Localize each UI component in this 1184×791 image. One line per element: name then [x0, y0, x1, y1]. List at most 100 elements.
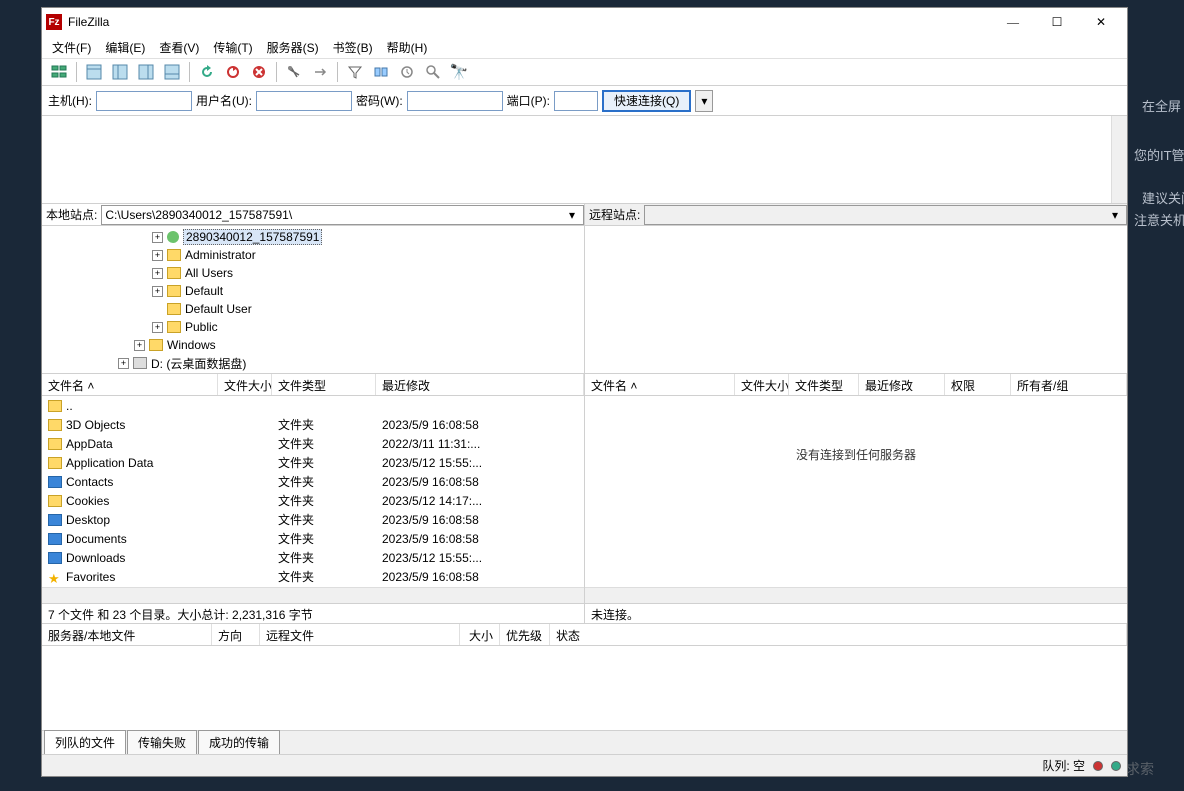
menu-server[interactable]: 服务器(S)	[261, 37, 325, 58]
port-input[interactable]	[554, 91, 598, 111]
list-item[interactable]: 3D Objects文件夹2023/5/9 16:08:58	[42, 415, 584, 434]
menu-help[interactable]: 帮助(H)	[381, 37, 434, 58]
tree-node[interactable]: +Windows	[42, 336, 584, 354]
folder-icon	[167, 267, 181, 279]
col-name[interactable]: 文件名 ˄	[585, 374, 735, 395]
tree-expander[interactable]: +	[152, 268, 163, 279]
tree-node[interactable]: +Public	[42, 318, 584, 336]
quickconnect-dropdown[interactable]: ▾	[695, 90, 713, 112]
search-icon[interactable]	[421, 60, 445, 84]
disconnect-icon[interactable]	[282, 60, 306, 84]
col-remote[interactable]: 远程文件	[260, 624, 460, 645]
list-item[interactable]: ..	[42, 396, 584, 415]
tree-expander[interactable]: +	[152, 250, 163, 261]
col-size[interactable]: 文件大小	[735, 374, 789, 395]
reconnect-icon[interactable]	[308, 60, 332, 84]
remote-path-combo[interactable]: ▾	[644, 205, 1127, 225]
col-modified[interactable]: 最近修改	[859, 374, 945, 395]
col-name[interactable]: 文件名 ˄	[42, 374, 218, 395]
minimize-button[interactable]: —	[991, 8, 1035, 36]
user-label: 用户名(U):	[196, 92, 252, 109]
log-scrollbar[interactable]	[1111, 116, 1127, 203]
list-item[interactable]: ★Favorites文件夹2023/5/9 16:08:58	[42, 567, 584, 586]
list-item[interactable]: Cookies文件夹2023/5/12 14:17:...	[42, 491, 584, 510]
tab-queued[interactable]: 列队的文件	[44, 730, 126, 754]
col-perm[interactable]: 权限	[945, 374, 1011, 395]
menu-edit[interactable]: 编辑(E)	[99, 37, 151, 58]
pass-label: 密码(W):	[356, 92, 403, 109]
col-type[interactable]: 文件类型	[272, 374, 376, 395]
local-path-combo[interactable]: C:\Users\2890340012_157587591\ ▾	[101, 205, 584, 225]
col-size[interactable]: 文件大小	[218, 374, 272, 395]
cancel-icon[interactable]	[247, 60, 271, 84]
tree-node[interactable]: Default User	[42, 300, 584, 318]
toggle-log-icon[interactable]	[82, 60, 106, 84]
blue-icon	[48, 514, 62, 526]
col-priority[interactable]: 优先级	[500, 624, 550, 645]
tab-successful[interactable]: 成功的传输	[198, 730, 280, 754]
tree-expander[interactable]: +	[134, 340, 145, 351]
col-owner[interactable]: 所有者/组	[1011, 374, 1127, 395]
chevron-down-icon[interactable]: ▾	[1107, 208, 1123, 222]
tree-expander[interactable]: +	[152, 286, 163, 297]
menu-view[interactable]: 查看(V)	[153, 37, 205, 58]
quickconnect-button[interactable]: 快速连接(Q)	[602, 90, 691, 112]
menu-transfer[interactable]: 传输(T)	[207, 37, 258, 58]
local-tree[interactable]: +2890340012_157587591+Administrator+All …	[42, 226, 584, 373]
col-type[interactable]: 文件类型	[789, 374, 859, 395]
binoculars-icon[interactable]: 🔭	[447, 60, 471, 84]
file-name: Documents	[66, 532, 127, 546]
remote-file-list[interactable]: 没有连接到任何服务器	[585, 396, 1127, 587]
menu-file[interactable]: 文件(F)	[46, 37, 97, 58]
message-log[interactable]	[42, 116, 1127, 204]
sync-browse-icon[interactable]	[395, 60, 419, 84]
tree-expander[interactable]: +	[152, 322, 163, 333]
local-file-list[interactable]: ..3D Objects文件夹2023/5/9 16:08:58AppData文…	[42, 396, 584, 587]
col-server[interactable]: 服务器/本地文件	[42, 624, 212, 645]
file-name: 3D Objects	[66, 418, 125, 432]
folder-icon	[167, 303, 181, 315]
file-name: Application Data	[66, 456, 153, 470]
list-item[interactable]: Downloads文件夹2023/5/12 15:55:...	[42, 548, 584, 567]
chevron-down-icon[interactable]: ▾	[564, 208, 580, 222]
local-hscroll[interactable]	[42, 587, 584, 603]
list-item[interactable]: Links文件夹2023/5/9 16:08:58	[42, 586, 584, 587]
toggle-local-tree-icon[interactable]	[108, 60, 132, 84]
remote-tree[interactable]	[585, 226, 1127, 373]
list-item[interactable]: Application Data文件夹2023/5/12 15:55:...	[42, 453, 584, 472]
remote-site-label: 远程站点:	[585, 206, 644, 223]
list-item[interactable]: Desktop文件夹2023/5/9 16:08:58	[42, 510, 584, 529]
tree-expander[interactable]: +	[118, 358, 129, 369]
maximize-button[interactable]: ☐	[1035, 8, 1079, 36]
list-item[interactable]: Contacts文件夹2023/5/9 16:08:58	[42, 472, 584, 491]
pass-input[interactable]	[407, 91, 503, 111]
tab-failed[interactable]: 传输失败	[127, 730, 197, 754]
compare-icon[interactable]	[369, 60, 393, 84]
filter-icon[interactable]	[343, 60, 367, 84]
menu-bookmarks[interactable]: 书签(B)	[327, 37, 379, 58]
tree-node[interactable]: +D: (云桌面数据盘)	[42, 354, 584, 372]
queue-body[interactable]	[42, 646, 1127, 730]
sitemanager-icon[interactable]	[47, 60, 71, 84]
tree-node[interactable]: +All Users	[42, 264, 584, 282]
tree-expander[interactable]: +	[152, 232, 163, 243]
col-size[interactable]: 大小	[460, 624, 500, 645]
list-item[interactable]: AppData文件夹2022/3/11 11:31:...	[42, 434, 584, 453]
tree-node[interactable]: +Default	[42, 282, 584, 300]
refresh-icon[interactable]	[195, 60, 219, 84]
toggle-remote-tree-icon[interactable]	[134, 60, 158, 84]
queue-size: 队列: 空	[1042, 757, 1085, 774]
col-modified[interactable]: 最近修改	[376, 374, 584, 395]
user-input[interactable]	[256, 91, 352, 111]
col-status[interactable]: 状态	[550, 624, 1127, 645]
tree-node[interactable]: +2890340012_157587591	[42, 228, 584, 246]
process-queue-icon[interactable]	[221, 60, 245, 84]
folder-icon	[48, 438, 62, 450]
col-direction[interactable]: 方向	[212, 624, 260, 645]
remote-hscroll[interactable]	[585, 587, 1127, 603]
tree-node[interactable]: +Administrator	[42, 246, 584, 264]
list-item[interactable]: Documents文件夹2023/5/9 16:08:58	[42, 529, 584, 548]
toggle-queue-icon[interactable]	[160, 60, 184, 84]
close-button[interactable]: ✕	[1079, 8, 1123, 36]
host-input[interactable]	[96, 91, 192, 111]
